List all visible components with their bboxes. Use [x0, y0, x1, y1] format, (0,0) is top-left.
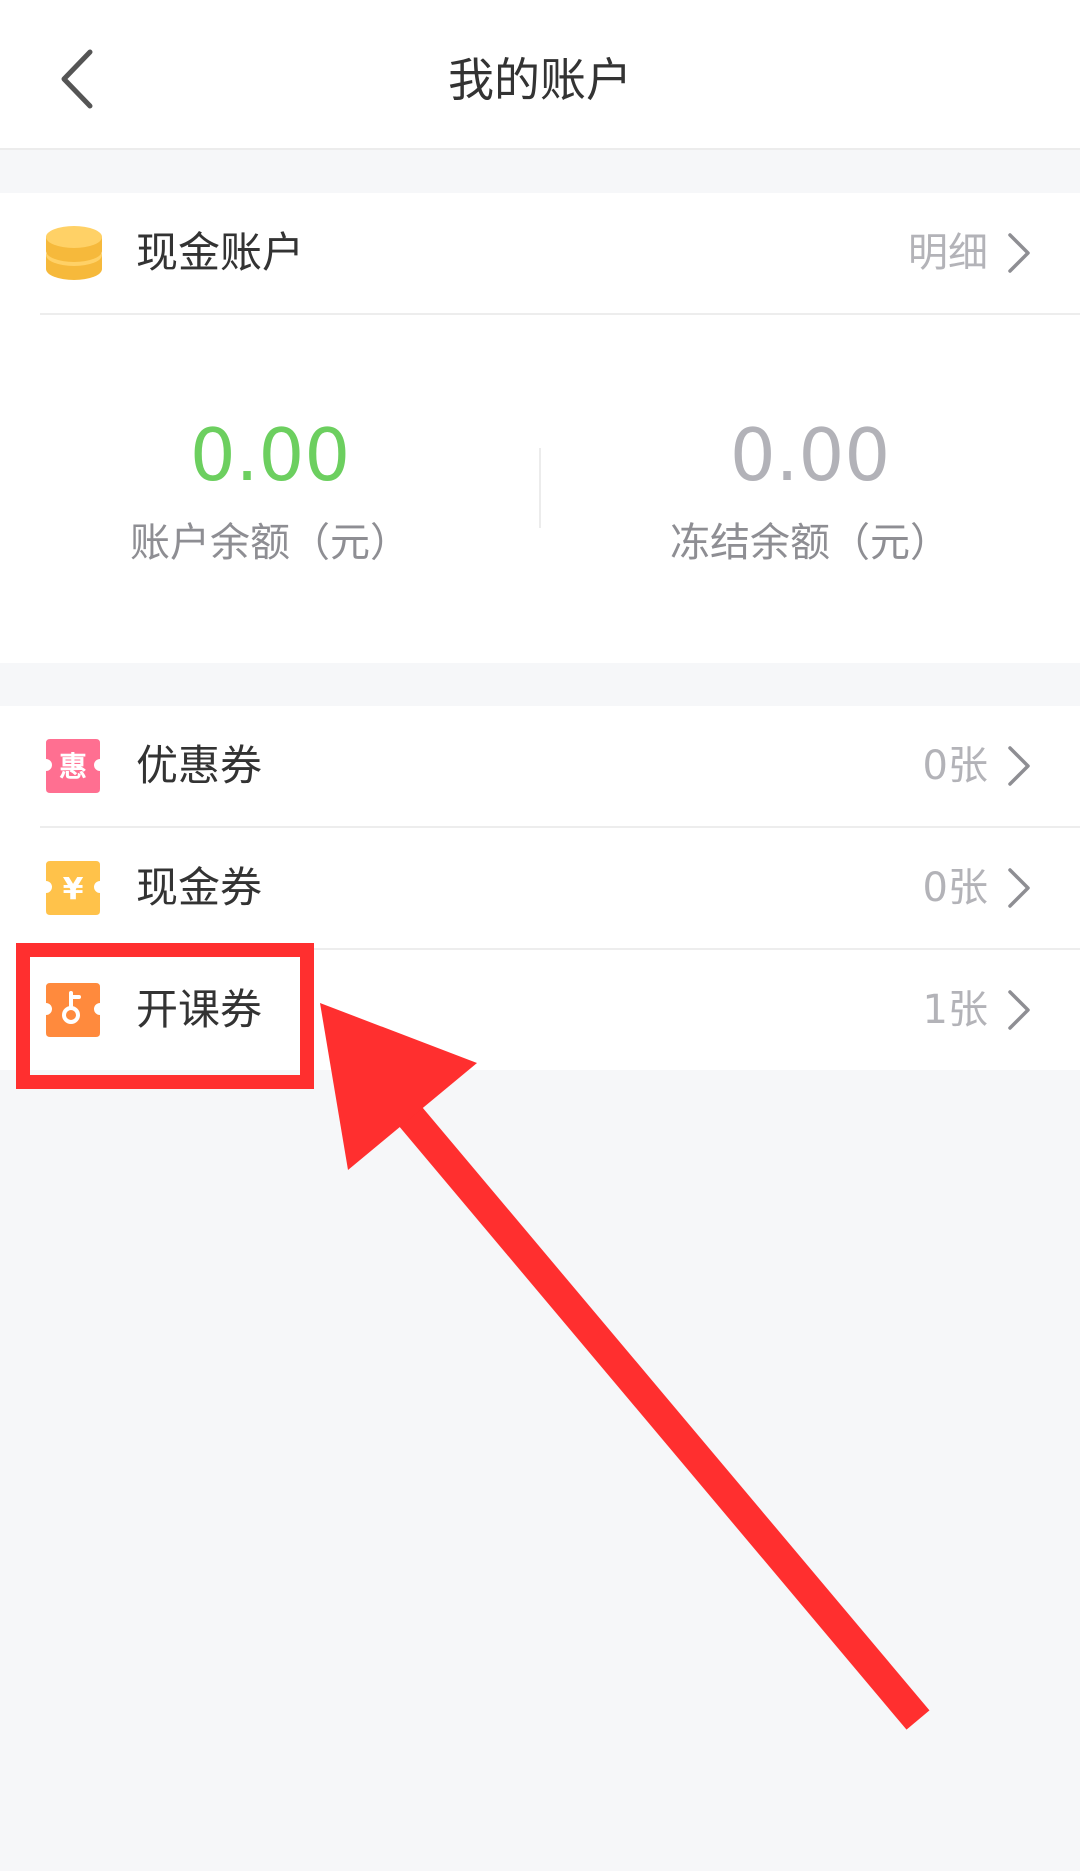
account-balance: 0.00 账户余额（元） — [0, 410, 540, 568]
coins-icon — [46, 226, 102, 280]
coupon-row-course[interactable]: 开课券 1张 — [0, 950, 1080, 1070]
frozen-balance: 0.00 冻结余额（元） — [540, 410, 1080, 568]
account-balance-value: 0.00 — [189, 413, 351, 497]
nav-bar: 我的账户 — [0, 0, 1080, 150]
coupon-count: 1张 — [922, 987, 988, 1033]
chevron-right-icon — [1008, 868, 1030, 908]
course-coupon-icon — [46, 983, 100, 1037]
coupon-label: 现金券 — [136, 863, 263, 912]
page-title: 我的账户 — [448, 53, 632, 107]
cash-account-label: 现金账户 — [136, 228, 305, 277]
account-balance-caption: 账户余额（元） — [130, 520, 410, 566]
cash-coupon-icon: ¥ — [46, 861, 100, 915]
coupon-row-cash[interactable]: ¥ 现金券 0张 — [0, 828, 1080, 948]
frozen-balance-caption: 冻结余额（元） — [670, 520, 950, 566]
coupons-card: 惠 优惠券 0张 ¥ 现金券 0张 开课券 1张 — [0, 706, 1080, 1070]
coupon-count: 0张 — [922, 743, 988, 789]
divider — [40, 313, 1080, 315]
coupon-count: 0张 — [922, 865, 988, 911]
chevron-right-icon — [1008, 746, 1030, 786]
chevron-right-icon — [1008, 990, 1030, 1030]
discount-coupon-icon-text: 惠 — [59, 750, 87, 783]
detail-link[interactable]: 明细 — [908, 193, 988, 313]
coupon-label: 开课券 — [136, 985, 263, 1034]
coupon-label: 优惠券 — [136, 741, 263, 790]
cash-account-row[interactable]: 现金账户 明细 — [0, 193, 1080, 313]
chevron-right-icon — [1008, 233, 1030, 273]
cash-coupon-icon-text: ¥ — [63, 872, 84, 907]
cash-account-card: 现金账户 明细 0.00 账户余额（元） 0.00 冻结余额（元） — [0, 193, 1080, 663]
frozen-balance-value: 0.00 — [729, 413, 891, 497]
discount-coupon-icon: 惠 — [46, 739, 100, 793]
coupon-row-discount[interactable]: 惠 优惠券 0张 — [0, 706, 1080, 826]
